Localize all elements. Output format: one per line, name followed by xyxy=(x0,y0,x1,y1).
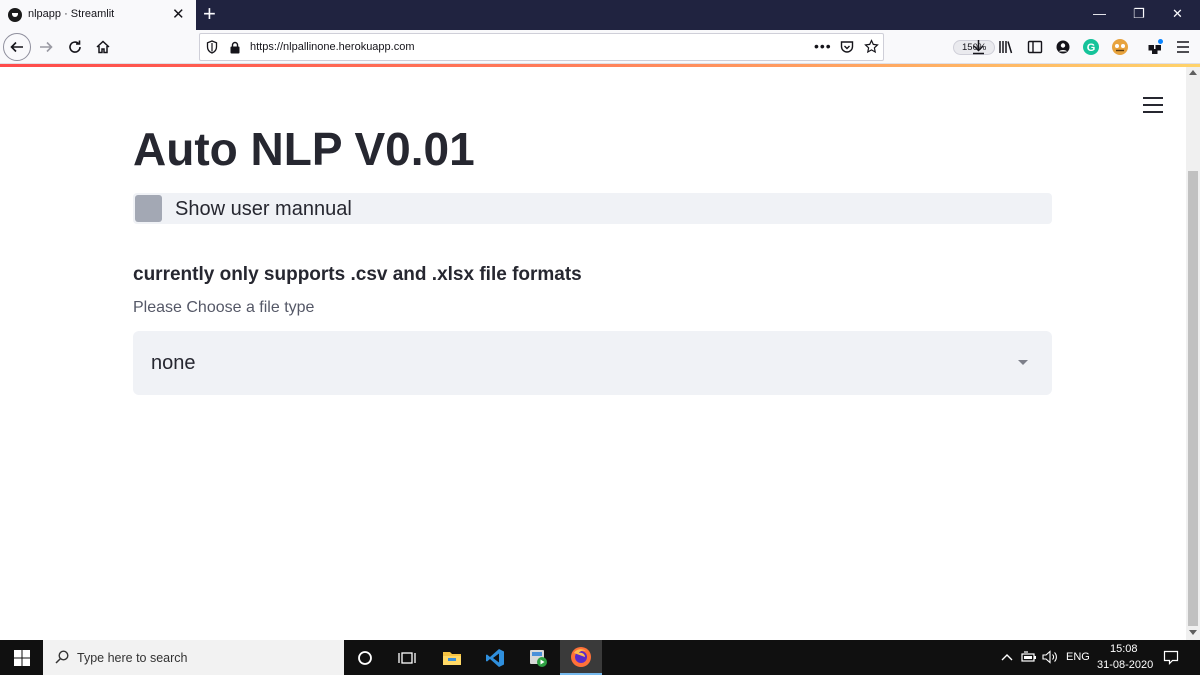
battery-icon[interactable] xyxy=(1021,651,1037,663)
user-manual-checkbox[interactable]: Show user mannual xyxy=(133,193,1052,224)
browser-tab[interactable]: nlpapp · Streamlit ✕ xyxy=(0,0,196,30)
back-icon[interactable] xyxy=(3,33,31,61)
sidebar-icon[interactable] xyxy=(1027,39,1043,55)
scroll-down-icon[interactable] xyxy=(1189,630,1197,635)
menu-icon[interactable] xyxy=(1175,40,1191,54)
windows-start-icon[interactable] xyxy=(0,640,43,675)
lock-icon[interactable] xyxy=(229,41,241,54)
home-icon[interactable] xyxy=(89,33,117,61)
page-scrollbar[interactable] xyxy=(1186,67,1200,640)
browser-tab-strip: nlpapp · Streamlit ✕ + — ❐ ✕ xyxy=(0,0,1200,30)
page-actions-icon[interactable]: ••• xyxy=(814,38,832,54)
bookmark-star-icon[interactable] xyxy=(864,39,879,54)
search-icon xyxy=(55,650,69,664)
taskbar-search-box[interactable]: Type here to search xyxy=(43,640,344,675)
task-view-icon[interactable] xyxy=(386,640,428,675)
url-text[interactable]: https://nlpallinone.herokuapp.com xyxy=(250,41,415,53)
app-menu-icon[interactable] xyxy=(1143,97,1163,113)
caret-down-icon[interactable] xyxy=(1018,360,1028,365)
supported-formats-heading: currently only supports .csv and .xlsx f… xyxy=(133,264,582,285)
new-tab-icon[interactable]: + xyxy=(203,2,216,26)
pocket-icon[interactable] xyxy=(840,40,854,54)
language-indicator[interactable]: ENG xyxy=(1066,651,1090,663)
extensions-icon[interactable] xyxy=(1147,39,1163,55)
tab-title: nlpapp · Streamlit xyxy=(28,8,115,20)
checkbox-box[interactable] xyxy=(135,195,162,222)
shield-icon[interactable] xyxy=(206,40,218,54)
select-value[interactable]: none xyxy=(151,352,196,375)
download-icon[interactable] xyxy=(971,39,986,55)
streamlit-favicon-icon xyxy=(8,8,22,22)
forward-icon[interactable] xyxy=(32,33,60,61)
search-placeholder[interactable]: Type here to search xyxy=(77,651,187,665)
library-icon[interactable] xyxy=(998,39,1014,55)
clock-date[interactable]: 31-08-2020 xyxy=(1097,659,1153,671)
cortana-icon[interactable] xyxy=(344,640,386,675)
url-bar[interactable]: https://nlpallinone.herokuapp.com 150% •… xyxy=(199,33,996,61)
scroll-up-icon[interactable] xyxy=(1189,70,1197,75)
grammarly-extension-icon[interactable]: G xyxy=(1082,38,1100,56)
checkbox-label[interactable]: Show user mannual xyxy=(175,198,352,221)
scrollbar-thumb[interactable] xyxy=(1188,171,1198,626)
media-app-icon[interactable] xyxy=(517,640,559,675)
file-type-label: Please Choose a file type xyxy=(133,299,315,316)
clock-time[interactable]: 15:08 xyxy=(1110,643,1138,655)
page-title: Auto NLP V0.01 xyxy=(133,123,475,175)
notifications-icon[interactable] xyxy=(1163,650,1179,665)
file-type-select[interactable]: none xyxy=(133,331,1052,395)
extension-face-icon[interactable] xyxy=(1111,38,1129,56)
tab-close-icon[interactable]: ✕ xyxy=(172,5,185,23)
file-explorer-icon[interactable] xyxy=(431,640,473,675)
reload-icon[interactable] xyxy=(61,33,89,61)
show-hidden-icons-icon[interactable] xyxy=(1001,652,1013,662)
browser-toolbar: https://nlpallinone.herokuapp.com 150% •… xyxy=(0,30,1200,64)
restore-icon[interactable]: ❐ xyxy=(1133,7,1145,21)
account-icon[interactable] xyxy=(1055,39,1071,55)
app-main: Auto NLP V0.01 Show user mannual current… xyxy=(0,67,1186,640)
close-window-icon[interactable]: ✕ xyxy=(1172,7,1183,21)
firefox-taskbar-icon[interactable] xyxy=(560,640,602,675)
minimize-icon[interactable]: — xyxy=(1093,7,1106,21)
windows-taskbar: Type here to search ENG 15:08 31-08-2020 xyxy=(0,640,1200,675)
volume-icon[interactable] xyxy=(1042,650,1058,664)
vscode-icon[interactable] xyxy=(474,640,516,675)
svg-text:G: G xyxy=(1087,42,1096,54)
